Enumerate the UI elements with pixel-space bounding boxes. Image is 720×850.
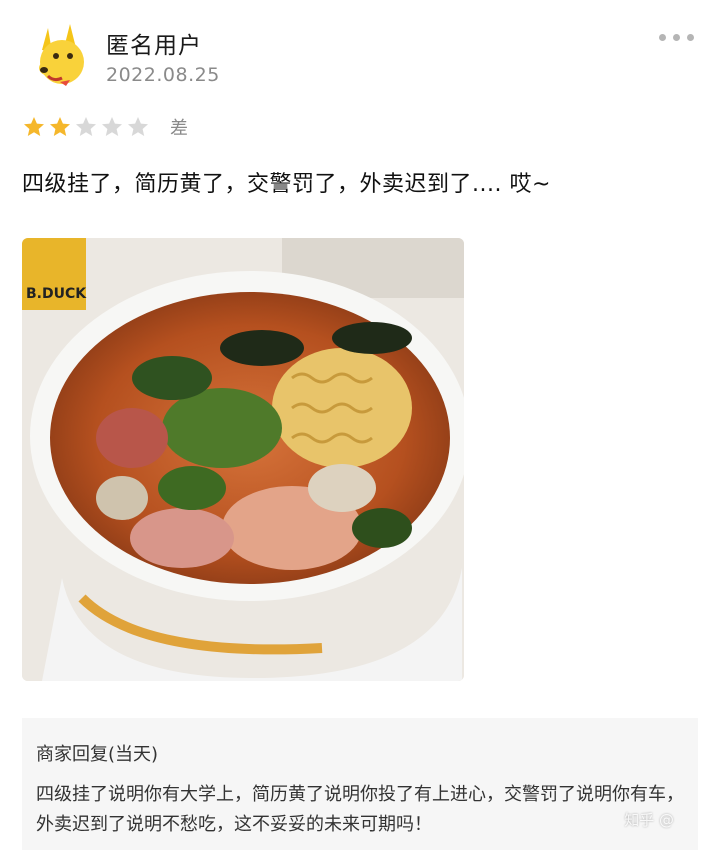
username: 匿名用户 [106,33,202,59]
more-dot-icon [659,34,666,41]
rating-label: 差 [170,118,188,139]
review-header: 匿名用户 2022.08.25 [22,22,702,92]
star-empty-icon [102,117,122,136]
review-date: 2022.08.25 [106,64,220,86]
more-options-button[interactable] [659,34,694,41]
avatar[interactable] [30,22,92,88]
reply-text: 四级挂了说明你有大学上，简历黄了说明你投了有上进心，交警罚了说明你有车，外卖迟到… [36,784,684,835]
review-photo[interactable]: B.DUCK [22,238,464,681]
food-photo-image: B.DUCK [22,238,464,681]
star-empty-icon [128,117,148,136]
review-text: 四级挂了，简历黄了，交警罚了，外卖迟到了.... 哎~ [22,172,551,197]
star-filled-icon [50,117,70,136]
more-dot-icon [673,34,680,41]
dog-avatar-icon [39,24,84,86]
star-filled-icon [24,117,44,136]
more-dot-icon [687,34,694,41]
cup-logo-text: B.DUCK [26,286,87,302]
reply-title: 商家回复(当天) [36,744,159,765]
star-empty-icon [76,117,96,136]
watermark: 知乎 @ [624,811,674,829]
merchant-reply: 商家回复(当天) 四级挂了说明你有大学上，简历黄了说明你投了有上进心，交警罚了说… [22,718,698,850]
star-rating: 差 [22,114,188,140]
stars [22,115,150,139]
